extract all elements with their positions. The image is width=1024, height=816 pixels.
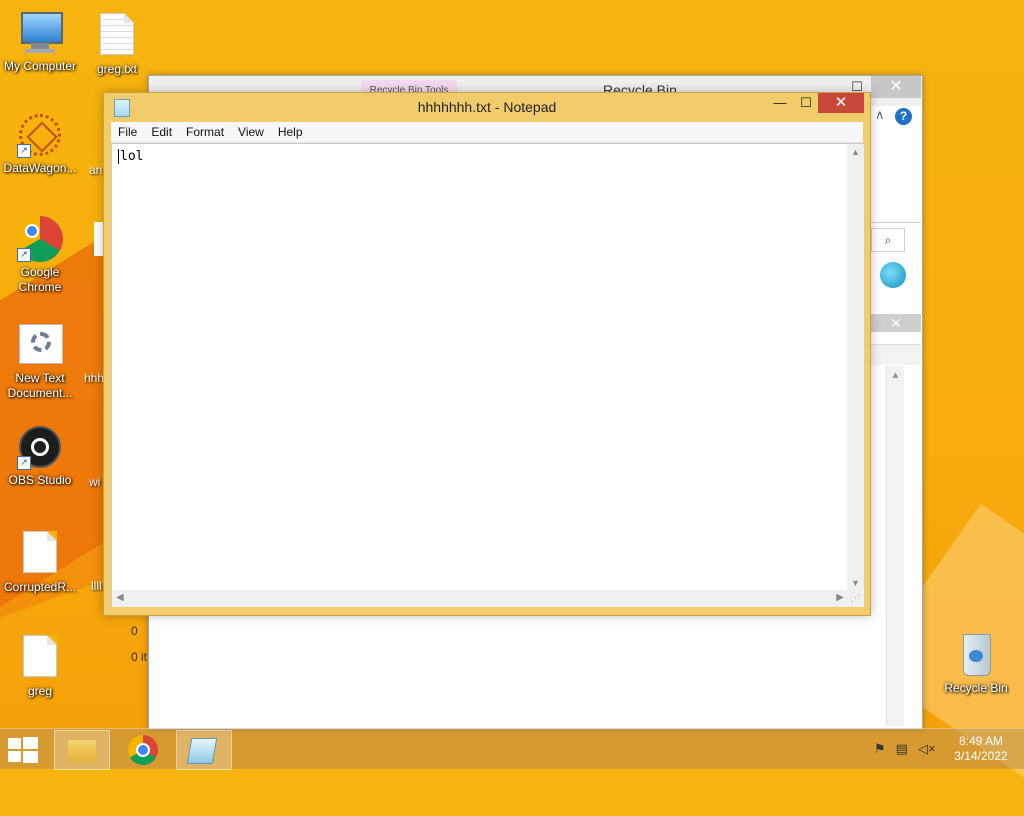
close-button[interactable]: ✕ bbox=[818, 93, 864, 113]
notepad-window[interactable]: hhhhhhh.txt - Notepad — ☐ ✕ File Edit Form… bbox=[103, 92, 871, 616]
editor-content[interactable]: lol bbox=[118, 149, 143, 164]
preview-close-button[interactable]: ✕ bbox=[871, 314, 921, 332]
divider bbox=[865, 222, 921, 223]
desktop-icon-label-partial: hhh bbox=[84, 371, 105, 385]
minimize-button[interactable]: — bbox=[767, 93, 793, 113]
desktop-icon-greg[interactable]: greg bbox=[0, 632, 80, 699]
text-editor[interactable]: lol bbox=[111, 143, 849, 592]
shortcut-arrow-icon: ↗ bbox=[17, 144, 31, 158]
system-tray: ⚑ ▤ ◁× bbox=[874, 741, 946, 757]
file-icon bbox=[17, 531, 63, 577]
network-icon[interactable]: ▤ bbox=[896, 741, 908, 756]
desktop-icon-corrupted[interactable]: CorruptedR... bbox=[0, 528, 80, 595]
desktop-icon-recycle-bin[interactable]: Recycle Bin bbox=[936, 632, 1016, 696]
scroll-up-icon[interactable]: ▲ bbox=[887, 370, 904, 381]
desktop-icon-label: greg bbox=[27, 684, 53, 698]
desktop-icon-label-partial: wi bbox=[89, 475, 101, 489]
resize-grip-icon[interactable]: ⋰ bbox=[847, 590, 864, 607]
text-file-icon bbox=[94, 13, 140, 59]
action-center-flag-icon[interactable]: ⚑ bbox=[874, 741, 886, 756]
chrome-icon bbox=[128, 735, 158, 765]
desktop-icon-google-chrome[interactable]: ↗ Google Chrome bbox=[0, 216, 80, 295]
notepad-icon bbox=[186, 738, 218, 764]
menu-view[interactable]: View bbox=[231, 122, 271, 139]
desktop-icon-greg-txt[interactable]: greg.txt bbox=[77, 10, 157, 77]
clock-date: 3/14/2022 bbox=[954, 749, 1008, 763]
desktop-icon-label: Google Chrome bbox=[18, 265, 62, 294]
maximize-button[interactable]: ☐ bbox=[793, 93, 819, 113]
desktop-icon-label: DataWagon... bbox=[3, 161, 77, 175]
desktop-icon-label: My Computer bbox=[3, 59, 77, 73]
scroll-down-icon[interactable]: ▼ bbox=[847, 578, 864, 588]
desktop-icon-label: New Text Document... bbox=[7, 371, 73, 400]
desktop-icon-label: OBS Studio bbox=[8, 473, 72, 487]
menu-file[interactable]: File bbox=[111, 122, 144, 139]
computer-icon bbox=[17, 10, 63, 56]
obs-icon: ↗ bbox=[17, 424, 63, 470]
clock[interactable]: 8:49 AM 3/14/2022 bbox=[946, 734, 1016, 764]
scroll-left-icon[interactable]: ◀ bbox=[116, 592, 124, 603]
desktop-icon-label: greg.txt bbox=[96, 62, 138, 76]
desktop-icon-new-text-document[interactable]: New Text Document... bbox=[0, 322, 80, 401]
volume-muted-icon[interactable]: ◁× bbox=[918, 741, 936, 756]
shell-icon[interactable] bbox=[880, 262, 906, 288]
file-icon bbox=[17, 635, 63, 681]
shortcut-arrow-icon: ↗ bbox=[17, 248, 31, 262]
desktop-icon-label-partial: an bbox=[89, 163, 103, 177]
explorer-close-button[interactable]: ✕ bbox=[871, 76, 921, 98]
recycle-bin-icon bbox=[953, 632, 999, 678]
taskbar: ⚑ ▤ ◁× 8:49 AM 3/14/2022 bbox=[0, 728, 1024, 770]
start-button[interactable] bbox=[8, 737, 38, 763]
desktop-icon-my-computer[interactable]: My Computer bbox=[0, 10, 80, 74]
clock-time: 8:49 AM bbox=[958, 734, 1004, 748]
scroll-up-icon[interactable]: ▲ bbox=[847, 147, 864, 157]
desktop-icon-datawagon[interactable]: ↗ DataWagon... bbox=[0, 112, 80, 176]
desktop-icon-label: CorruptedR... bbox=[3, 580, 77, 594]
taskbar-google-chrome[interactable] bbox=[120, 730, 168, 768]
notepad-titlebar[interactable]: hhhhhhh.txt - Notepad — ☐ ✕ bbox=[104, 93, 870, 121]
status-count: 0 bbox=[131, 624, 138, 638]
menu-bar: File Edit Format View Help bbox=[111, 122, 863, 143]
column-header bbox=[871, 344, 921, 365]
menu-edit[interactable]: Edit bbox=[144, 122, 179, 139]
scroll-right-icon[interactable]: ▶ bbox=[836, 592, 844, 603]
taskbar-file-explorer[interactable] bbox=[54, 730, 110, 770]
desktop-icon-label-partial: llll bbox=[91, 579, 102, 593]
explorer-scrollbar[interactable]: ▲ bbox=[886, 366, 904, 726]
taskbar-notepad[interactable] bbox=[176, 730, 232, 770]
window-title: hhhhhhh.txt - Notepad bbox=[417, 99, 557, 115]
horizontal-scrollbar[interactable]: ◀ ▶ bbox=[111, 590, 848, 607]
datawagon-icon: ↗ bbox=[17, 112, 63, 158]
shortcut-arrow-icon: ↗ bbox=[17, 456, 31, 470]
menu-format[interactable]: Format bbox=[179, 122, 231, 139]
settings-document-icon bbox=[17, 322, 63, 368]
folder-icon bbox=[68, 740, 96, 762]
menu-help[interactable]: Help bbox=[271, 122, 310, 139]
desktop-icon-label: Recycle Bin bbox=[944, 681, 1008, 695]
vertical-scrollbar[interactable]: ▲ ▼ bbox=[847, 143, 864, 591]
chrome-icon: ↗ bbox=[17, 216, 63, 262]
collapse-ribbon-icon[interactable]: ∧ bbox=[875, 107, 885, 123]
search-icon[interactable]: ⌕ bbox=[871, 228, 905, 252]
help-icon[interactable]: ? bbox=[895, 108, 912, 125]
desktop-icon-obs-studio[interactable]: ↗ OBS Studio bbox=[0, 424, 80, 488]
status-items: 0 it bbox=[131, 650, 148, 664]
